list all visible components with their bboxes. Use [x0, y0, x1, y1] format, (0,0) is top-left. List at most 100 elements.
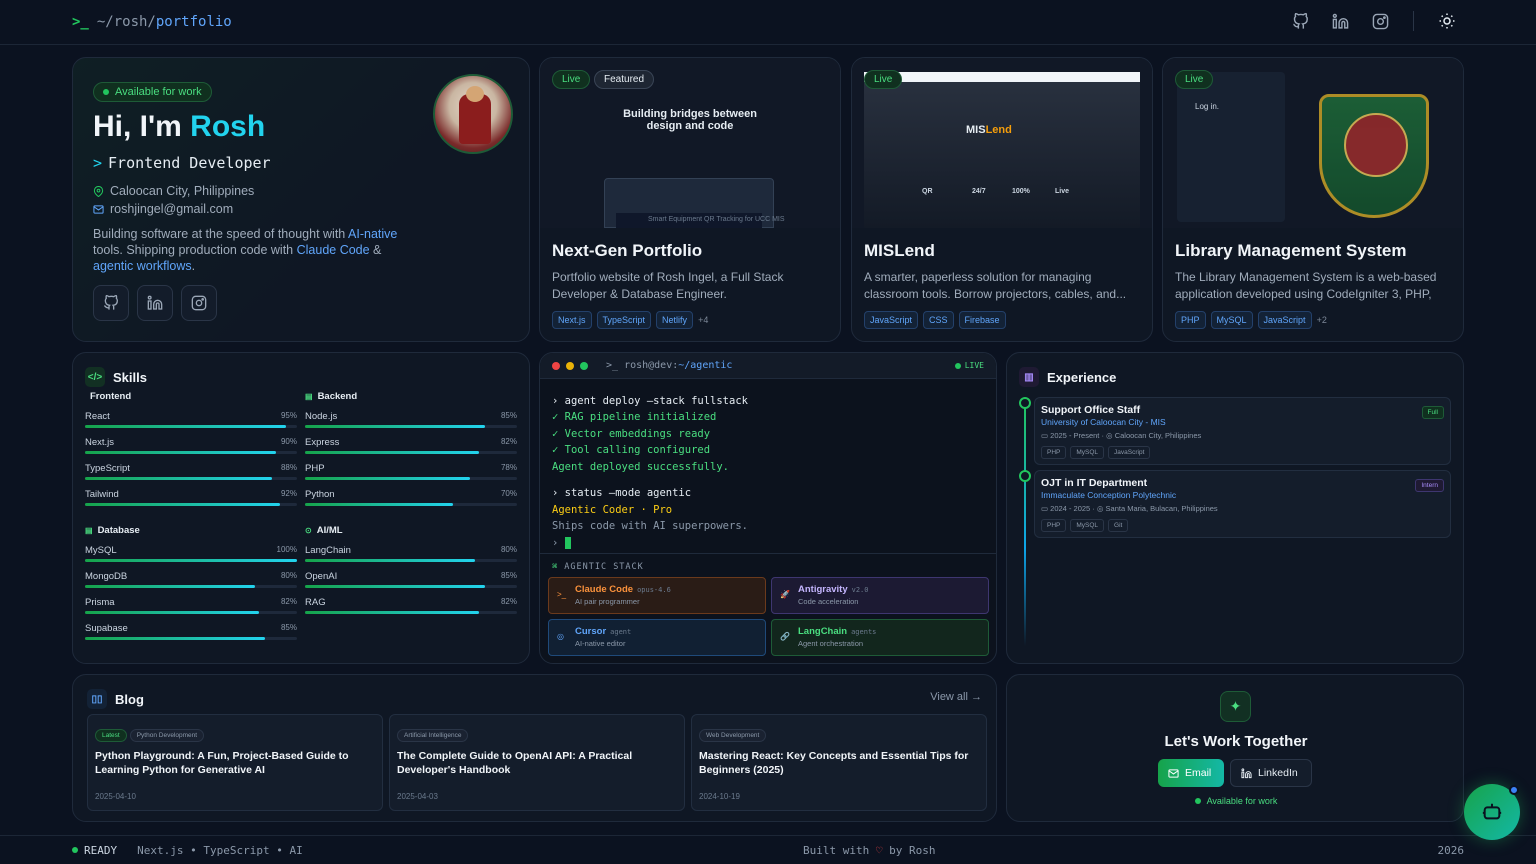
- github-button[interactable]: [93, 285, 129, 321]
- map-pin-icon: [93, 185, 104, 197]
- terminal-header: >_ rosh@dev:~/agentic LIVE: [540, 353, 996, 379]
- employment-badge: Intern: [1415, 479, 1444, 492]
- skill-bar: [305, 585, 517, 588]
- agentic-tool-card[interactable]: >_ Claude Code opus-4.6 AI pair programmer: [548, 577, 766, 614]
- experience-item[interactable]: OJT in IT Department Immaculate Conceptio…: [1034, 470, 1451, 538]
- top-bar: >_ ~/rosh/portfolio: [0, 0, 1536, 45]
- skill-row: React 95%: [85, 411, 297, 428]
- instagram-button[interactable]: [181, 285, 217, 321]
- terminal-prompt[interactable]: ›: [552, 535, 984, 551]
- map-pin-icon: ◎: [1106, 431, 1115, 440]
- instagram-icon[interactable]: [1369, 10, 1391, 32]
- footer-stack: Next.js • TypeScript • AI: [137, 843, 303, 857]
- skill-bar: [305, 477, 517, 480]
- agentic-workflows-link[interactable]: agentic workflows: [93, 259, 192, 273]
- skill-group-title: ▤ Backend: [305, 391, 358, 402]
- project-card-library[interactable]: Log in. Live Library Management System T…: [1162, 57, 1464, 342]
- logo-path: ~/rosh/portfolio: [96, 14, 232, 30]
- terminal-line: Agent deployed successfully.: [552, 460, 730, 473]
- calendar-icon: ▭: [1041, 431, 1051, 440]
- site-logo[interactable]: >_ ~/rosh/portfolio: [72, 14, 232, 30]
- skill-bar-fill: [85, 477, 272, 480]
- skill-bar-fill: [305, 477, 471, 480]
- mail-icon: [93, 204, 104, 214]
- ready-status: READY: [84, 843, 118, 857]
- view-all-link[interactable]: View all →: [930, 691, 982, 703]
- email[interactable]: roshjingel@gmail.com: [93, 200, 509, 218]
- book-icon: ▯▯: [87, 689, 107, 709]
- hero-bio: Building software at the speed of though…: [93, 227, 398, 273]
- timeline-dot: [1019, 470, 1031, 482]
- skill-bar: [305, 451, 517, 454]
- agentic-tool-card[interactable]: ◎ Cursor agent AI-native editor: [548, 619, 766, 656]
- blog-post-card[interactable]: Artificial Intelligence The Complete Guid…: [389, 714, 685, 811]
- blog-title: ▯▯ Blog: [87, 689, 982, 709]
- project-screenshot: MISLend QR 24/7 100% Live Live: [852, 58, 1152, 228]
- skills-title: </> Skills: [85, 367, 517, 387]
- terminal-line: ✓ Vector embeddings ready: [552, 427, 711, 440]
- github-icon[interactable]: [1289, 10, 1311, 32]
- skill-bar: [85, 559, 297, 562]
- email-button[interactable]: Email: [1158, 759, 1224, 787]
- blog-post-card[interactable]: Latest Python Development Python Playgroun…: [87, 714, 383, 811]
- employment-badge: Full: [1421, 406, 1444, 419]
- project-tags: PHP MySQL JavaScript +2: [1175, 311, 1451, 329]
- linkedin-button[interactable]: LinkedIn: [1230, 759, 1312, 787]
- project-title: Next-Gen Portfolio: [552, 241, 703, 260]
- project-screenshot: Building bridges between design and code…: [540, 58, 840, 228]
- skill-bar-fill: [85, 585, 255, 588]
- timeline-dot: [1019, 397, 1031, 409]
- claude-code-link[interactable]: Claude Code: [297, 243, 370, 257]
- live-badge: Live: [864, 70, 903, 89]
- notification-dot: [1509, 785, 1519, 795]
- skill-bar: [85, 451, 297, 454]
- hero-socials: [93, 285, 217, 321]
- briefcase-icon: ▥: [1019, 367, 1039, 387]
- project-desc: The Library Management System is a web-b…: [1175, 270, 1437, 301]
- agentic-stack: ⌘ AGENTIC STACK >_ Claude Code opus-4.6 AI …: [540, 553, 996, 663]
- chatbot-button[interactable]: [1464, 784, 1520, 840]
- skill-bar: [305, 611, 517, 614]
- linkedin-button[interactable]: [137, 285, 173, 321]
- terminal-line: ✓ Tool calling configured: [552, 444, 711, 457]
- project-title: MISLend: [864, 241, 935, 260]
- skill-bar: [85, 425, 297, 428]
- footer: READY Next.js • TypeScript • AI Built wi…: [0, 835, 1536, 864]
- linkedin-icon[interactable]: [1329, 10, 1351, 32]
- blog-tag: Latest: [95, 729, 127, 742]
- project-desc: A smarter, paperless solution for managi…: [864, 270, 1127, 301]
- location: Caloocan City, Philippines: [93, 182, 509, 200]
- skill-bar: [85, 477, 297, 480]
- featured-badge: Featured: [594, 70, 655, 89]
- project-screenshot: Log in. Live: [1163, 58, 1463, 228]
- tool-icon: ◎: [557, 632, 564, 641]
- skill-bar-fill: [305, 559, 475, 562]
- theme-toggle-sun-icon[interactable]: [1436, 10, 1458, 32]
- status-dot: [103, 89, 109, 95]
- blog-post-card[interactable]: Web Development Mastering React: Key Conc…: [691, 714, 987, 811]
- terminal-output: › agent deploy —stack fullstack ✓ RAG pip…: [540, 379, 996, 551]
- calendar-icon: ▭: [1041, 504, 1051, 513]
- ai-native-link[interactable]: AI-native: [348, 227, 397, 241]
- skill-bar: [85, 503, 297, 506]
- project-card-mislend[interactable]: MISLend QR 24/7 100% Live Live MISLend A…: [851, 57, 1153, 342]
- skill-bar-fill: [85, 503, 281, 506]
- project-title: Library Management System: [1175, 241, 1407, 260]
- avatar: [433, 74, 513, 154]
- agentic-tool-card[interactable]: 🚀 Antigravity v2.0 Code acceleration: [771, 577, 989, 614]
- experience-item[interactable]: Support Office Staff University of Calooc…: [1034, 397, 1451, 465]
- skill-row: MongoDB 80%: [85, 571, 297, 588]
- skill-row: PHP 78%: [305, 463, 517, 480]
- terminal-path: >_ rosh@dev:~/agentic: [606, 360, 733, 371]
- skill-group: ▤ Backend Node.js 85% Express 82% PHP 78% Python…: [305, 391, 517, 506]
- footer-credit: Built with ♡ by Rosh: [803, 844, 936, 857]
- heart-icon: ♡: [875, 844, 883, 857]
- agentic-tool-card[interactable]: 🔗 LangChain agents Agent orchestration: [771, 619, 989, 656]
- terminal-line: › status —mode agentic: [552, 487, 692, 500]
- skill-bar-fill: [305, 451, 479, 454]
- skill-row: TypeScript 88%: [85, 463, 297, 480]
- skill-bar: [85, 637, 297, 640]
- map-pin-icon: ◎: [1096, 504, 1106, 513]
- project-card-portfolio[interactable]: Building bridges between design and code…: [539, 57, 841, 342]
- project-tags: Next.js TypeScript Netlify +4: [552, 311, 828, 329]
